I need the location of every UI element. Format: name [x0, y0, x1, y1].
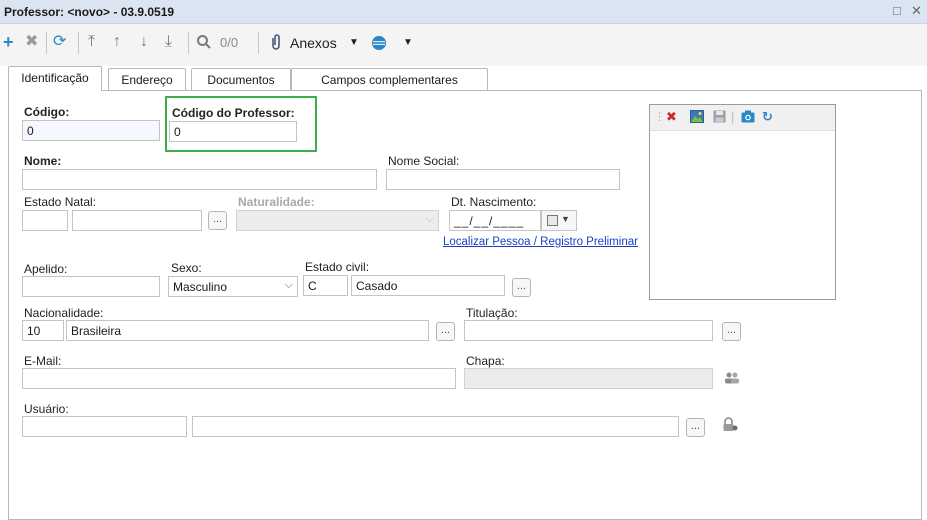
- image-icon[interactable]: [690, 110, 704, 126]
- chapa-field: [464, 368, 713, 389]
- globe-dropdown-icon[interactable]: ▼: [403, 37, 413, 48]
- photo-toolbar-separator: |: [731, 109, 735, 124]
- attachments-dropdown-icon[interactable]: ▼: [349, 37, 359, 48]
- nome-social-label: Nome Social:: [388, 154, 460, 168]
- photo-panel: ⋮ ✖ | ↻: [649, 104, 836, 300]
- chevron-down-icon: ⌵: [425, 213, 434, 225]
- sexo-value: Masculino: [173, 280, 228, 294]
- chevron-down-icon: ⌵: [284, 279, 293, 291]
- sexo-select[interactable]: Masculino ⌵: [168, 276, 298, 297]
- delete-icon[interactable]: ✖: [25, 34, 38, 50]
- people-icon[interactable]: [724, 371, 740, 388]
- estado-natal-code-field[interactable]: [22, 210, 68, 231]
- photo-toolbar: ⋮ ✖ | ↻: [650, 105, 835, 131]
- nome-label: Nome:: [24, 154, 62, 168]
- calendar-icon: [547, 215, 558, 226]
- nacionalidade-code-field[interactable]: 10: [22, 320, 64, 341]
- localizar-pessoa-link[interactable]: Localizar Pessoa / Registro Preliminar: [443, 236, 638, 248]
- estado-civil-code-field[interactable]: C: [303, 275, 348, 296]
- tab-strip: Identificação Endereço Documentos Campos…: [0, 66, 927, 91]
- estado-civil-name-field[interactable]: Casado: [351, 275, 505, 296]
- tab-documentos[interactable]: Documentos: [191, 68, 291, 91]
- toolbar: + ✖ ⟳ ⤒ ↑ ↓ ⤓ 0/0 Anexos ▼ ▼: [0, 24, 927, 66]
- delete-photo-icon[interactable]: ✖: [666, 110, 677, 124]
- codigo-label: Código:: [24, 105, 70, 119]
- titulacao-label: Titulação:: [466, 306, 518, 320]
- nacionalidade-name-field[interactable]: Brasileira: [66, 320, 429, 341]
- nome-social-field[interactable]: [386, 169, 620, 190]
- attachments-menu[interactable]: Anexos: [290, 35, 337, 51]
- first-record-icon[interactable]: ⤒: [88, 34, 95, 50]
- codigo-professor-field[interactable]: 0: [169, 121, 297, 142]
- dt-nascimento-label: Dt. Nascimento:: [451, 195, 537, 209]
- save-icon[interactable]: [713, 110, 726, 126]
- codigo-professor-label: Código do Professor:: [172, 106, 295, 120]
- codigo-field[interactable]: 0: [22, 120, 160, 141]
- estado-natal-label: Estado Natal:: [24, 195, 97, 209]
- tab-endereco[interactable]: Endereço: [108, 68, 186, 91]
- apelido-label: Apelido:: [24, 262, 68, 276]
- restore-icon[interactable]: □: [893, 3, 901, 18]
- nome-field[interactable]: [22, 169, 377, 190]
- toolbar-separator: [258, 32, 259, 54]
- search-icon[interactable]: [196, 34, 212, 54]
- nacionalidade-label: Nacionalidade:: [24, 306, 104, 320]
- toolbar-separator: [78, 32, 79, 54]
- usuario-name-field[interactable]: [192, 416, 679, 437]
- close-icon[interactable]: ✕: [911, 3, 922, 19]
- toolbar-separator: [188, 32, 189, 54]
- record-count: 0/0: [220, 35, 239, 50]
- tab-identificacao[interactable]: Identificação: [8, 66, 102, 91]
- tab-campos-complementares[interactable]: Campos complementares: [291, 68, 488, 91]
- paperclip-icon[interactable]: [270, 34, 282, 54]
- chapa-label: Chapa:: [466, 354, 505, 368]
- usuario-code-field[interactable]: [22, 416, 187, 437]
- camera-icon[interactable]: [741, 110, 755, 126]
- calendar-button[interactable]: ▼: [541, 210, 577, 231]
- rotate-icon[interactable]: ↻: [762, 110, 773, 124]
- email-label: E-Mail:: [24, 354, 62, 368]
- previous-record-icon[interactable]: ↑: [113, 34, 121, 50]
- estado-civil-lookup-button[interactable]: ...: [512, 278, 531, 297]
- plus-icon[interactable]: +: [3, 33, 14, 51]
- next-record-icon[interactable]: ↓: [140, 34, 148, 50]
- title-bar: Professor: <novo> - 03.9.0519 □ ✕: [0, 0, 927, 24]
- globe-icon[interactable]: [371, 35, 387, 55]
- usuario-lookup-button[interactable]: ...: [686, 418, 705, 437]
- grip-icon: ⋮: [654, 111, 665, 123]
- estado-natal-lookup-button[interactable]: ...: [208, 211, 227, 230]
- naturalidade-combo: ⌵: [236, 210, 439, 231]
- refresh-icon[interactable]: ⟳: [53, 34, 66, 50]
- window-title: Professor: <novo> - 03.9.0519: [4, 5, 175, 19]
- usuario-label: Usuário:: [24, 402, 69, 416]
- sexo-label: Sexo:: [171, 261, 202, 275]
- apelido-field[interactable]: [22, 276, 160, 297]
- naturalidade-label: Naturalidade:: [238, 195, 315, 209]
- dt-nascimento-field[interactable]: __/__/____: [449, 210, 541, 231]
- estado-natal-name-field[interactable]: [72, 210, 202, 231]
- titulacao-field[interactable]: [464, 320, 713, 341]
- lock-user-icon[interactable]: [722, 417, 738, 435]
- calendar-dropdown-icon: ▼: [561, 214, 570, 224]
- last-record-icon[interactable]: ⤓: [165, 34, 172, 50]
- email-field[interactable]: [22, 368, 456, 389]
- nacionalidade-lookup-button[interactable]: ...: [436, 322, 455, 341]
- titulacao-lookup-button[interactable]: ...: [722, 322, 741, 341]
- estado-civil-label: Estado civil:: [305, 260, 370, 274]
- toolbar-separator: [46, 32, 47, 54]
